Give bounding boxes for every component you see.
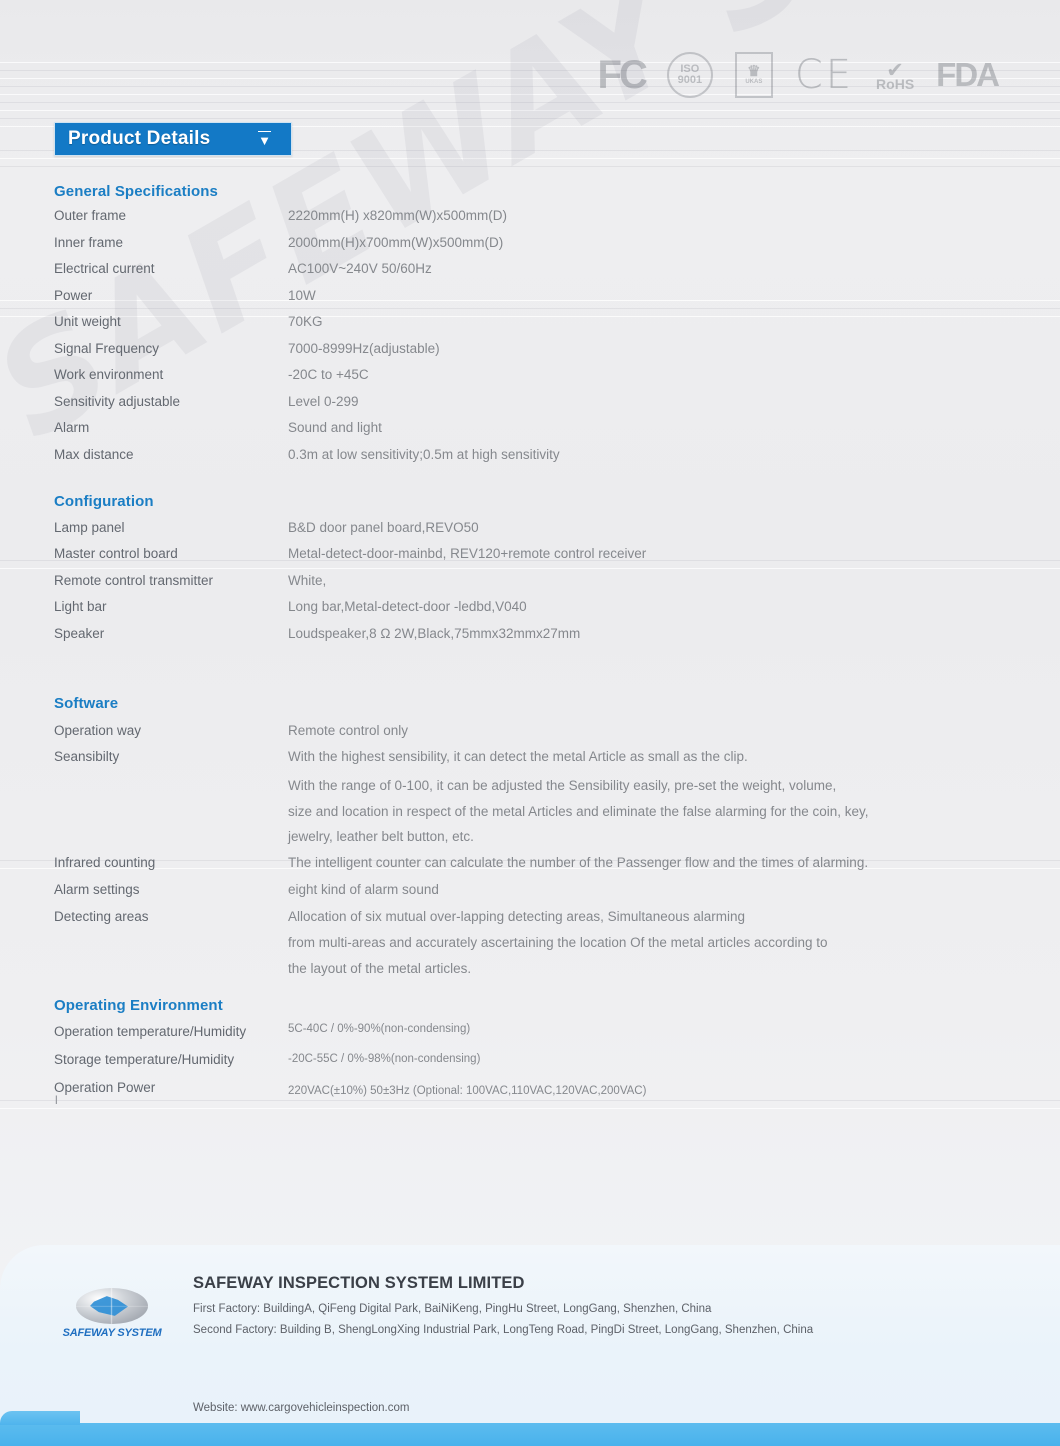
spec-value: -20C-55C / 0%-98%(non-condensing) bbox=[288, 1053, 481, 1065]
logo-text: SAFEWAY SYSTEM bbox=[62, 1327, 162, 1339]
company-logo: SAFEWAY SYSTEM bbox=[63, 1288, 162, 1346]
spec-label: Storage temperature/Humidity bbox=[54, 1052, 235, 1067]
spec-label: Power bbox=[54, 288, 93, 303]
wave-line bbox=[0, 166, 1060, 167]
spec-value: the layout of the metal articles. bbox=[288, 961, 472, 976]
spec-value: from multi-areas and accurately ascertai… bbox=[288, 935, 828, 950]
rohs-tick: ✔ bbox=[886, 58, 904, 82]
wave-line bbox=[0, 110, 1060, 111]
ukas-line1: UKAS bbox=[745, 79, 763, 86]
section-title-software: Software bbox=[54, 695, 119, 712]
spec-value: 2220mm(H) x820mm(W)x500mm(D) bbox=[288, 208, 508, 223]
wave-line bbox=[0, 1108, 1060, 1109]
spec-value: 2000mm(H)x700mm(W)x500mm(D) bbox=[288, 235, 504, 250]
spec-label: Work environment bbox=[54, 367, 164, 382]
certification-logos: FC ISO 9001 ♛ UKAS CE ✔ RoHS FDA bbox=[597, 52, 1000, 98]
page-background bbox=[0, 0, 1060, 1446]
spec-label: Master control board bbox=[54, 546, 178, 561]
spec-value: -20C to +45C bbox=[288, 367, 369, 382]
product-details-header[interactable]: Product Details ▼ bbox=[54, 122, 292, 156]
fcc-label: FC bbox=[597, 52, 648, 97]
ukas-crown: ♛ bbox=[747, 63, 761, 81]
spec-value: 220VAC(±10%) 50±3Hz (Optional: 100VAC,11… bbox=[288, 1085, 647, 1097]
address-first-factory: First Factory: BuildingA, QiFeng Digital… bbox=[193, 1303, 712, 1315]
spec-value: The intelligent counter can calculate th… bbox=[288, 855, 869, 870]
spec-value: Loudspeaker,8 Ω 2W,Black,75mmx32mmx27mm bbox=[288, 626, 581, 641]
chevron-down-icon[interactable]: ▼ bbox=[258, 131, 271, 147]
fda-label: FDA bbox=[936, 56, 1000, 93]
spec-label: Operation way bbox=[54, 723, 142, 738]
spec-value: With the highest sensibility, it can det… bbox=[288, 749, 748, 764]
spec-value: 10W bbox=[288, 288, 316, 303]
spec-value: 5C-40C / 0%-90%(non-condensing) bbox=[288, 1023, 471, 1035]
spec-label: Remote control transmitter bbox=[54, 573, 214, 588]
spec-value: Level 0-299 bbox=[288, 394, 359, 409]
spec-label: Operation temperature/Humidity bbox=[54, 1024, 247, 1039]
ukas-icon: ♛ UKAS bbox=[734, 52, 773, 98]
page-title: Product Details bbox=[68, 128, 211, 149]
rohs-label: RoHS bbox=[876, 75, 915, 92]
wave-line bbox=[0, 118, 1060, 119]
spec-value: Allocation of six mutual over-lapping de… bbox=[288, 909, 745, 924]
spec-label: Outer frame bbox=[54, 208, 127, 223]
spec-value: White, bbox=[288, 573, 327, 588]
section-title-operating-environment: Operating Environment bbox=[54, 997, 223, 1014]
spec-value: eight kind of alarm sound bbox=[288, 882, 439, 897]
address-second-factory: Second Factory: Building B, ShengLongXin… bbox=[193, 1324, 814, 1336]
ce-label: CE bbox=[794, 52, 855, 98]
wave-line bbox=[0, 102, 1060, 103]
spec-value: 0.3m at low sensitivity;0.5m at high sen… bbox=[288, 447, 560, 462]
spec-value: Long bar,Metal-detect-door -ledbd,V040 bbox=[288, 599, 527, 614]
rohs-icon: ✔ RoHS bbox=[876, 60, 914, 91]
spec-label: Alarm settings bbox=[54, 882, 140, 897]
spec-value: 7000-8999Hz(adjustable) bbox=[288, 341, 440, 356]
spec-label: Unit weight bbox=[54, 314, 121, 329]
spec-value: Sound and light bbox=[288, 420, 382, 435]
spec-label: Infrared counting bbox=[54, 855, 156, 870]
spec-label: Operation Power bbox=[54, 1080, 156, 1095]
wave-line bbox=[0, 568, 1060, 569]
stray-mark: l bbox=[55, 1093, 58, 1107]
spec-value: AC100V~240V 50/60Hz bbox=[288, 261, 432, 276]
spec-label: Lamp panel bbox=[54, 520, 125, 535]
spec-label: Sensitivity adjustable bbox=[54, 394, 181, 409]
spec-value: B&D door panel board,REVO50 bbox=[288, 520, 479, 535]
spec-label: Light bar bbox=[54, 599, 107, 614]
spec-label: Alarm bbox=[54, 420, 90, 435]
spec-label: Inner frame bbox=[54, 235, 124, 250]
spec-value: With the range of 0-100, it can be adjus… bbox=[288, 778, 837, 793]
spec-label: Detecting areas bbox=[54, 909, 149, 924]
iso-9001-icon: ISO 9001 bbox=[666, 52, 713, 98]
globe-icon bbox=[76, 1288, 148, 1324]
section-title-general-specifications: General Specifications bbox=[54, 183, 218, 200]
wave-line bbox=[0, 316, 1060, 317]
wave-line bbox=[0, 158, 1060, 159]
spec-label: Electrical current bbox=[54, 261, 155, 276]
ce-icon: CE bbox=[795, 52, 854, 98]
spec-value: size and location in respect of the meta… bbox=[288, 804, 869, 819]
spec-value: Metal-detect-door-mainbd, REV120+remote … bbox=[288, 546, 647, 561]
fda-icon: FDA bbox=[936, 56, 1000, 94]
spec-value: Remote control only bbox=[288, 723, 409, 738]
iso-line2: 9001 bbox=[677, 74, 703, 86]
wave-line bbox=[0, 300, 1060, 301]
fcc-icon: FC bbox=[597, 52, 648, 98]
company-name: SAFEWAY INSPECTION SYSTEM LIMITED bbox=[193, 1274, 525, 1292]
footer-accent-bar bbox=[0, 1411, 1060, 1446]
spec-label: Signal Frequency bbox=[54, 341, 160, 356]
spec-value: jewelry, leather belt button, etc. bbox=[288, 829, 474, 844]
section-title-configuration: Configuration bbox=[54, 493, 154, 510]
wave-line bbox=[0, 308, 1060, 309]
spec-value: 70KG bbox=[288, 314, 323, 329]
spec-label: Max distance bbox=[54, 447, 134, 462]
wave-line bbox=[0, 1100, 1060, 1101]
spec-label: Speaker bbox=[54, 626, 105, 641]
spec-label: Seansibilty bbox=[54, 749, 120, 764]
website-link[interactable]: Website: www.cargovehicleinspection.com bbox=[193, 1402, 409, 1414]
